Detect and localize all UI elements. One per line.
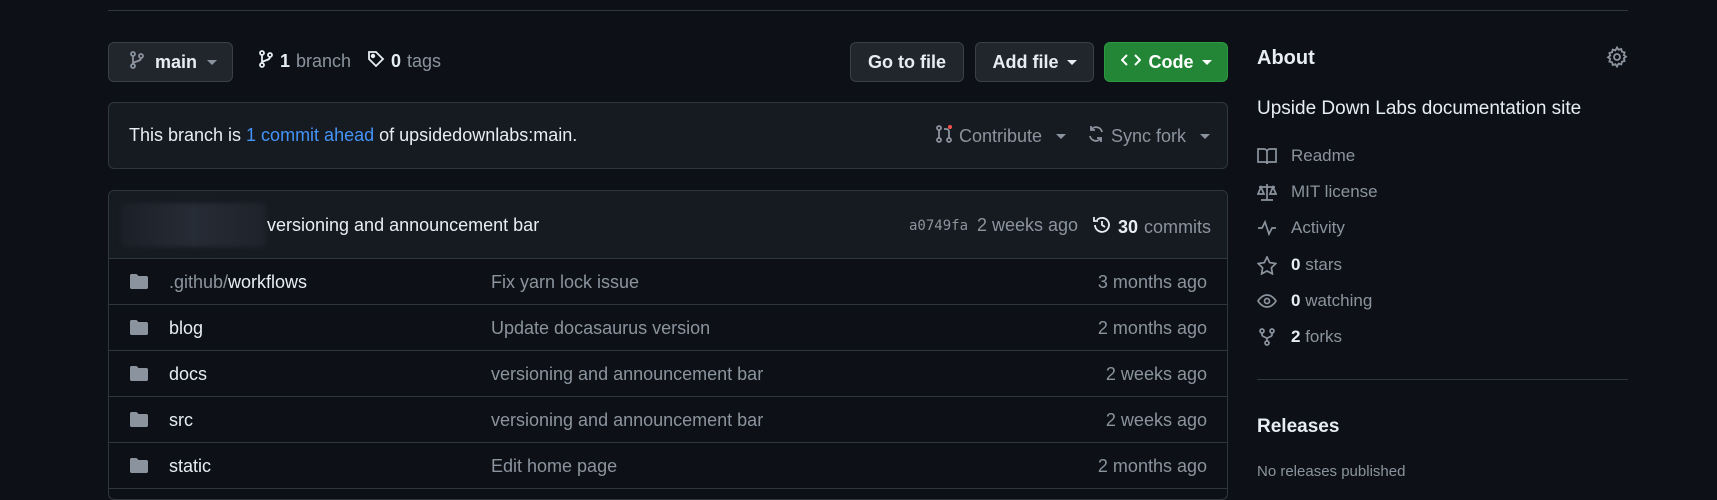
chevron-down-icon xyxy=(207,59,218,65)
watching-label: watching xyxy=(1305,291,1373,310)
file-commit-message[interactable]: versioning and announcement bar xyxy=(491,364,763,385)
file-commit-time: 2 weeks ago xyxy=(1105,410,1207,430)
no-releases-text: No releases published xyxy=(1257,463,1406,480)
commit-count: 30 xyxy=(1118,217,1139,237)
add-file-button[interactable]: Add file xyxy=(975,42,1094,82)
forks-count: 2 xyxy=(1291,327,1301,346)
history-icon xyxy=(1092,215,1112,240)
file-row[interactable]: static Edit home page 2 months ago xyxy=(109,443,1227,489)
code-label: Code xyxy=(1148,51,1194,72)
watching-count: 0 xyxy=(1291,291,1301,310)
file-name[interactable]: src xyxy=(169,410,193,431)
branch-status-box: This branch is 1 commit ahead of upsided… xyxy=(108,102,1228,169)
sidebar-divider xyxy=(1257,379,1628,380)
releases-heading[interactable]: Releases xyxy=(1257,416,1339,438)
commit-count-label: commits xyxy=(1144,217,1212,237)
fork-icon xyxy=(1257,328,1277,346)
forks-label: forks xyxy=(1305,327,1343,346)
sync-icon xyxy=(1087,125,1105,148)
activity-label: Activity xyxy=(1291,218,1345,237)
status-prefix: This branch is xyxy=(129,125,247,145)
status-suffix: of upsidedownlabs:main. xyxy=(374,125,578,145)
file-list: versioning and announcement bar a0749fa … xyxy=(108,190,1228,500)
tags-link[interactable]: 0 tags xyxy=(367,50,441,73)
file-row[interactable]: docs versioning and announcement bar 2 w… xyxy=(109,351,1227,397)
scale-icon xyxy=(1257,183,1277,201)
file-commit-time: 2 weeks ago xyxy=(1105,364,1207,384)
code-icon xyxy=(1120,52,1141,73)
tag-count: 0 xyxy=(391,51,402,71)
branch-name: main xyxy=(155,51,198,72)
branch-count: 1 xyxy=(280,51,291,71)
contribute-button[interactable]: Contribute xyxy=(935,125,1067,148)
code-button[interactable]: Code xyxy=(1104,42,1228,82)
file-commit-time: 3 months ago xyxy=(1097,272,1207,292)
git-branch-icon xyxy=(129,50,145,74)
file-commit-time: 2 months ago xyxy=(1097,456,1207,476)
repo-description: Upside Down Labs documentation site xyxy=(1257,98,1582,119)
dir-prefix: .github/ xyxy=(169,272,229,292)
book-icon xyxy=(1257,147,1277,165)
file-commit-message[interactable]: Update docasaurus version xyxy=(491,318,710,339)
file-row[interactable]: .github/workflows Fix yarn lock issue 3 … xyxy=(109,259,1227,305)
readme-label: Readme xyxy=(1291,146,1356,165)
commits-history-link[interactable]: 30 commits xyxy=(1092,215,1211,240)
pull-request-icon xyxy=(935,125,953,148)
license-link[interactable]: MIT license xyxy=(1257,182,1378,202)
file-row[interactable]: src versioning and announcement bar 2 we… xyxy=(109,397,1227,443)
file-name[interactable]: .github/workflows xyxy=(169,272,307,293)
latest-commit-time: 2 weeks ago xyxy=(977,215,1079,235)
folder-icon xyxy=(129,457,149,479)
star-icon xyxy=(1257,255,1277,275)
latest-commit-message[interactable]: versioning and announcement bar xyxy=(267,215,539,236)
dir-name: workflows xyxy=(228,272,308,292)
file-commit-message[interactable]: Fix yarn lock issue xyxy=(491,272,639,293)
latest-commit-hash[interactable]: a0749fa xyxy=(909,218,968,234)
go-to-file-label: Go to file xyxy=(868,51,946,72)
go-to-file-button[interactable]: Go to file xyxy=(850,42,964,82)
stars-link[interactable]: 0 stars xyxy=(1257,255,1342,275)
chevron-down-icon xyxy=(1056,134,1067,139)
stars-label: stars xyxy=(1305,255,1343,274)
folder-icon xyxy=(129,365,149,387)
branch-label: branch xyxy=(296,51,352,71)
file-name[interactable]: blog xyxy=(169,318,203,339)
gear-icon[interactable] xyxy=(1606,45,1628,73)
sync-fork-button[interactable]: Sync fork xyxy=(1087,125,1211,148)
chevron-down-icon xyxy=(1066,59,1077,65)
pulse-icon xyxy=(1257,220,1277,236)
branches-link[interactable]: 1 branch xyxy=(258,50,351,73)
about-heading: About xyxy=(1257,47,1315,69)
readme-link[interactable]: Readme xyxy=(1257,146,1355,166)
sync-fork-label: Sync fork xyxy=(1111,126,1187,146)
latest-commit-bar: versioning and announcement bar a0749fa … xyxy=(109,191,1227,259)
file-name[interactable]: static xyxy=(169,456,211,477)
folder-icon xyxy=(129,319,149,341)
commits-ahead-link[interactable]: 1 commit ahead xyxy=(246,125,374,145)
watchers-link[interactable]: 0 watching xyxy=(1257,291,1372,311)
branch-selector-button[interactable]: main xyxy=(108,42,233,82)
add-file-label: Add file xyxy=(992,51,1059,72)
chevron-down-icon xyxy=(1201,59,1212,65)
file-commit-message[interactable]: versioning and announcement bar xyxy=(491,410,763,431)
activity-link[interactable]: Activity xyxy=(1257,218,1345,238)
git-branch-icon xyxy=(258,50,274,73)
file-row[interactable]: blog Update docasaurus version 2 months … xyxy=(109,305,1227,351)
top-divider xyxy=(108,10,1628,11)
stars-count: 0 xyxy=(1291,255,1301,274)
license-label: MIT license xyxy=(1291,182,1378,201)
file-name[interactable]: docs xyxy=(169,364,207,385)
author-avatar-blurred xyxy=(121,203,266,247)
tag-icon xyxy=(367,50,385,73)
folder-icon xyxy=(129,411,149,433)
branch-status-text: This branch is 1 commit ahead of upsided… xyxy=(129,125,577,146)
eye-icon xyxy=(1257,293,1277,309)
file-commit-message[interactable]: Edit home page xyxy=(491,456,617,477)
tag-label: tags xyxy=(407,51,442,71)
chevron-down-icon xyxy=(1200,134,1211,139)
file-commit-time: 2 months ago xyxy=(1097,318,1207,338)
forks-link[interactable]: 2 forks xyxy=(1257,327,1342,347)
contribute-label: Contribute xyxy=(959,126,1043,146)
folder-icon xyxy=(129,273,149,295)
